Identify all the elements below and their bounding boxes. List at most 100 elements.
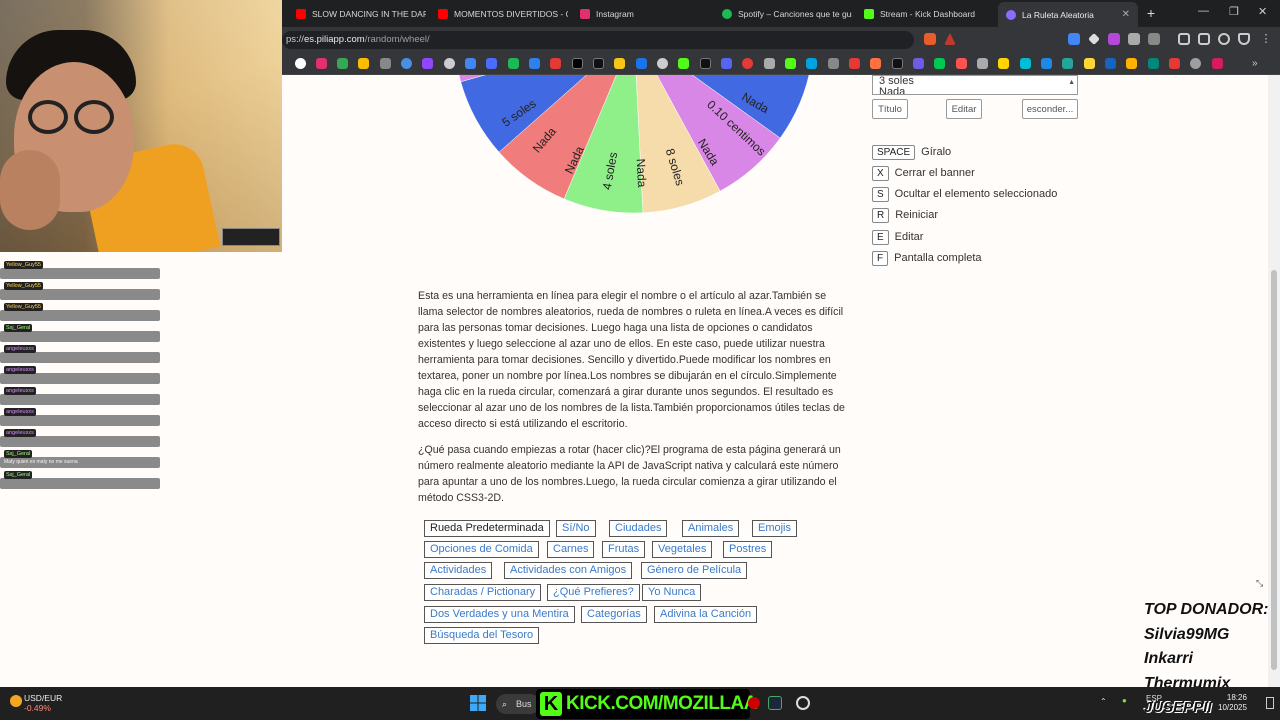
category-link[interactable]: Actividades — [424, 562, 493, 579]
bookmark-icon[interactable] — [892, 58, 903, 69]
bookmark-icon[interactable] — [700, 58, 711, 69]
title-button[interactable]: Título — [872, 99, 908, 119]
bookmark-icon[interactable] — [380, 58, 391, 69]
category-link[interactable]: Ciudades — [609, 520, 668, 537]
bookmark-icon[interactable] — [401, 58, 412, 69]
category-link[interactable]: Categorías — [581, 606, 647, 623]
category-link[interactable]: Emojis — [752, 520, 798, 537]
minimize-icon[interactable]: — — [1198, 5, 1209, 17]
windows-start-icon[interactable] — [470, 695, 486, 711]
bookmark-icon[interactable] — [486, 58, 497, 69]
bookmark-icon[interactable] — [764, 58, 775, 69]
bookmark-icon[interactable] — [1148, 58, 1159, 69]
bookmark-icon[interactable] — [849, 58, 860, 69]
tab-ruleta-aleatoria[interactable]: La Ruleta Aleatoria ✕ — [998, 2, 1138, 27]
tab-kick-dashboard[interactable]: Stream - Kick Dashboard — [856, 3, 994, 25]
tab-spotify[interactable]: Spotify – Canciones que te gus — [714, 3, 852, 25]
bookmark-icon[interactable] — [721, 58, 732, 69]
new-tab-button[interactable]: + — [1143, 5, 1159, 21]
bookmark-icon[interactable] — [636, 58, 647, 69]
bookmark-icon[interactable] — [934, 58, 945, 69]
category-link[interactable]: Carnes — [547, 541, 595, 558]
bookmark-icon[interactable] — [1212, 58, 1223, 69]
hide-button[interactable]: esconder... — [1022, 99, 1078, 119]
category-link[interactable]: Vegetales — [652, 541, 713, 558]
category-link[interactable]: ¿Qué Prefieres? — [547, 584, 640, 601]
bookmark-icon[interactable] — [1126, 58, 1137, 69]
tab-instagram[interactable]: Instagram — [572, 3, 710, 25]
stock-widget[interactable]: USD/EUR -0.49% — [24, 693, 62, 713]
instagram-bookmark-icon[interactable] — [316, 58, 327, 69]
sidebar-icon[interactable] — [1178, 33, 1190, 45]
bookmark-icon[interactable] — [614, 58, 625, 69]
page-scrollbar[interactable] — [1268, 75, 1280, 687]
random-wheel[interactable]: 5 soles Nada Nada 4 soles Nada 8 soles Nada 0.1… — [458, 75, 810, 215]
x-bookmark-icon[interactable] — [572, 58, 583, 69]
names-textarea[interactable]: 3 soles Nada ▲ — [872, 75, 1078, 95]
tab-youtube-2[interactable]: MOMENTOS DIVERTIDOS - CH — [430, 3, 568, 25]
steam-icon[interactable] — [768, 696, 782, 710]
scroll-up-icon[interactable]: ▲ — [1068, 77, 1075, 88]
notification-icon[interactable] — [1266, 697, 1274, 709]
bookmark-icon[interactable] — [913, 58, 924, 69]
category-link[interactable]: Frutas — [602, 541, 646, 558]
category-link[interactable]: Adivina la Canción — [654, 606, 758, 623]
bookmark-icon[interactable] — [870, 58, 881, 69]
bookmark-icon[interactable] — [529, 58, 540, 69]
github-bookmark-icon[interactable] — [657, 58, 668, 69]
vpn-icon[interactable] — [1218, 33, 1230, 45]
mic-icon[interactable]: ● — [1122, 696, 1127, 705]
puzzle-icon[interactable] — [1128, 33, 1140, 45]
bookmark-icon[interactable] — [806, 58, 817, 69]
more-bookmarks-icon[interactable]: » — [1252, 58, 1263, 69]
category-link[interactable]: Rueda Predeterminada — [424, 520, 550, 537]
extension-icon[interactable] — [1108, 33, 1120, 45]
media-icon[interactable] — [1148, 33, 1160, 45]
tiktok-bookmark-icon[interactable] — [593, 58, 604, 69]
menu-icon[interactable]: ⋮ — [1260, 33, 1272, 45]
kick-bookmark-icon[interactable] — [678, 58, 689, 69]
google-bookmark-icon[interactable] — [295, 58, 306, 69]
bookmark-icon[interactable] — [465, 58, 476, 69]
bookmark-icon[interactable] — [550, 58, 561, 69]
category-link[interactable]: Actividades con Amigos — [504, 562, 633, 579]
twitch-bookmark-icon[interactable] — [422, 58, 433, 69]
bookmark-icon[interactable] — [1169, 58, 1180, 69]
bookmark-icon[interactable] — [508, 58, 519, 69]
taskbar-clock[interactable]: 18:26 10/2025 — [1218, 693, 1247, 713]
category-link[interactable]: Búsqueda del Tesoro — [424, 627, 540, 644]
category-link[interactable]: Postres — [723, 541, 773, 558]
taskbar-search[interactable]: ⌕ Bus — [496, 694, 540, 714]
bookmark-icon[interactable] — [1105, 58, 1116, 69]
edit-button[interactable]: Editar — [946, 99, 982, 119]
photos-bookmark-icon[interactable] — [358, 58, 369, 69]
category-link[interactable]: Género de Película — [641, 562, 748, 579]
bookmark-icon[interactable] — [998, 58, 1009, 69]
bookmark-icon[interactable] — [828, 58, 839, 69]
bookmark-icon[interactable] — [1190, 58, 1201, 69]
close-tab-icon[interactable]: ✕ — [1122, 9, 1130, 20]
scrollbar-thumb[interactable] — [1271, 270, 1277, 670]
bookmark-icon[interactable] — [977, 58, 988, 69]
translate-icon[interactable] — [1068, 33, 1080, 45]
tab-youtube-1[interactable]: SLOW DANCING IN THE DARK — [288, 3, 426, 25]
bookmark-icon[interactable] — [742, 58, 753, 69]
app-icon[interactable] — [748, 697, 760, 709]
category-link[interactable]: Yo Nunca — [642, 584, 702, 601]
tray-chevron-icon[interactable]: ⌃ — [1100, 697, 1107, 706]
bookmark-icon[interactable] — [1041, 58, 1052, 69]
obs-icon[interactable] — [796, 696, 810, 710]
bookmark-icon[interactable] — [785, 58, 796, 69]
bookmark-icon[interactable] — [1062, 58, 1073, 69]
category-link[interactable]: Charadas / Pictionary — [424, 584, 542, 601]
resize-icon[interactable]: ⤡ — [1256, 578, 1268, 592]
shield-icon[interactable] — [1238, 33, 1250, 45]
bookmark-icon[interactable] — [1020, 58, 1031, 69]
brave-icon[interactable] — [924, 33, 936, 45]
bookmark-icon[interactable] — [1084, 58, 1095, 69]
maps-bookmark-icon[interactable] — [337, 58, 348, 69]
wallet-icon[interactable] — [1198, 33, 1210, 45]
category-link[interactable]: Dos Verdades y una Mentira — [424, 606, 575, 623]
restore-icon[interactable]: ❐ — [1229, 5, 1239, 18]
close-window-icon[interactable]: ✕ — [1258, 5, 1267, 18]
